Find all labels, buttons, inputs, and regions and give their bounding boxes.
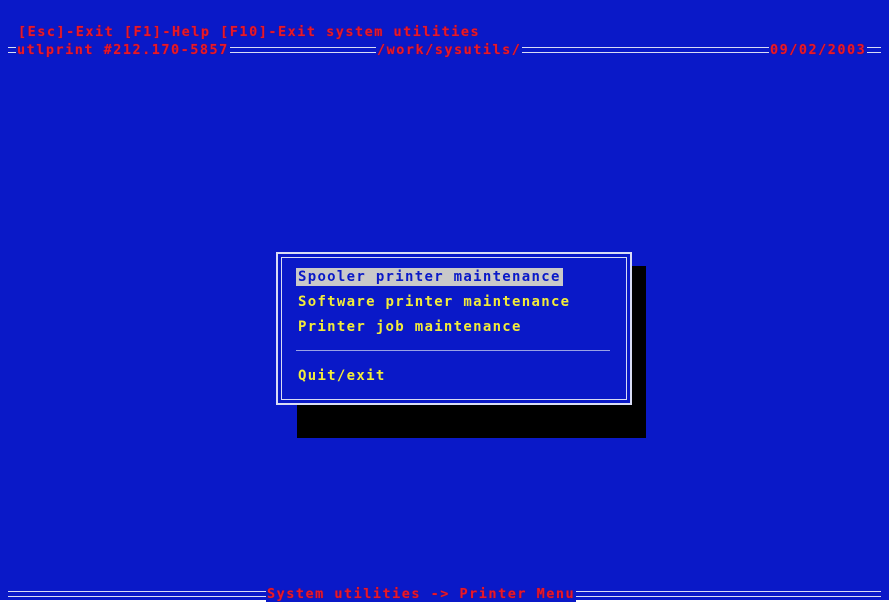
menu-item-spooler-printer[interactable]: Spooler printer maintenance [296, 268, 563, 286]
printer-menu-dialog: Spooler printer maintenance Software pri… [276, 252, 632, 405]
key-hints: [Esc]-Exit [F1]-Help [F10]-Exit system u… [18, 24, 481, 40]
menu-item-printer-job[interactable]: Printer job maintenance [296, 318, 524, 336]
breadcrumb: System utilities -> Printer Menu [266, 586, 577, 602]
menu-item-quit[interactable]: Quit/exit [296, 367, 388, 385]
menu-shadow-bottom [297, 405, 646, 438]
printer-id: utlprint #212.170-5857 [16, 42, 230, 58]
current-path: /work/sysutils/ [376, 42, 523, 58]
menu-item-software-printer[interactable]: Software printer maintenance [296, 293, 572, 311]
menu-separator [296, 350, 610, 351]
date-display: 09/02/2003 [769, 42, 868, 58]
terminal-screen: [Esc]-Exit [F1]-Help [F10]-Exit system u… [0, 0, 892, 602]
